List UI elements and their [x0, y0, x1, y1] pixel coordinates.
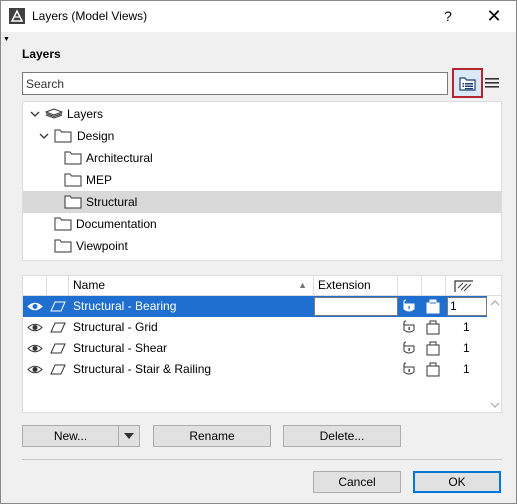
layer-name: Structural - Shear	[73, 341, 168, 355]
layer-plane-icon	[50, 301, 66, 312]
tree-item-mep[interactable]: MEP	[23, 169, 501, 191]
ok-button[interactable]: OK	[413, 471, 501, 493]
tree-item-viewpoint[interactable]: Viewpoint	[23, 235, 501, 257]
folder-icon	[54, 217, 72, 231]
layer-plane-icon	[50, 364, 66, 375]
layer-name: Structural - Grid	[73, 320, 158, 334]
eye-icon[interactable]	[27, 322, 43, 333]
folder-icon	[64, 151, 82, 165]
intersection-group-value[interactable]: 1	[463, 317, 470, 338]
chevron-down-icon[interactable]	[39, 131, 49, 141]
name-column-header[interactable]: Name ▲	[69, 276, 314, 296]
solid-view-icon[interactable]	[426, 362, 440, 377]
folder-icon	[54, 239, 72, 253]
tree-item-label: Viewpoint	[76, 239, 128, 253]
tree-item-label: Layers	[67, 107, 104, 121]
app-icon	[9, 8, 25, 24]
intersection-group-value[interactable]: 1	[463, 338, 470, 359]
table-row[interactable]: Structural - Bearing 1	[23, 296, 487, 317]
delete-button[interactable]: Delete...	[283, 425, 401, 447]
new-layer-button[interactable]: New...	[22, 425, 140, 447]
cancel-button[interactable]: Cancel	[313, 471, 401, 493]
intersection-group-value[interactable]: 1	[463, 359, 470, 380]
layers-dialog: Layers (Model Views) ? ✕ ▼ Layers Lay	[0, 0, 517, 504]
folder-icon	[54, 129, 72, 143]
eye-icon[interactable]	[27, 364, 43, 375]
tree-item-label: Documentation	[76, 217, 157, 231]
layer-plane-icon	[50, 343, 66, 354]
folder-icon	[64, 195, 82, 209]
extension-header-label: Extension	[318, 278, 371, 292]
intersection-group-column-header[interactable]	[446, 276, 488, 296]
lock-status-column-header[interactable]	[398, 276, 422, 296]
layer-folder-tree: Layers Design Architectural MEP Structur…	[22, 101, 502, 261]
layer-name: Structural - Stair & Railing	[73, 362, 212, 376]
tree-item-layers[interactable]: Layers	[23, 103, 501, 125]
new-button-label: New...	[53, 429, 88, 443]
tree-item-structural[interactable]: Structural	[23, 191, 501, 213]
layers-stack-icon	[45, 108, 63, 119]
window-title: Layers (Model Views)	[32, 9, 148, 23]
scroll-up-icon[interactable]	[489, 298, 501, 308]
eye-icon[interactable]	[27, 301, 43, 312]
split-divider	[118, 426, 119, 446]
help-button[interactable]: ?	[433, 5, 463, 27]
table-header: Name ▲ Extension	[23, 276, 501, 296]
unlocked-shield-icon[interactable]	[402, 320, 416, 335]
tree-item-label: MEP	[86, 173, 113, 187]
chevron-down-icon[interactable]	[30, 109, 40, 119]
eye-icon[interactable]	[27, 343, 43, 354]
layers-table: Name ▲ Extension Structural - Bearing 1 …	[22, 275, 502, 413]
visibility-column-header[interactable]	[23, 276, 47, 296]
intersection-group-input[interactable]: 1	[447, 297, 487, 316]
search-input[interactable]	[22, 72, 448, 95]
dropdown-arrow-icon[interactable]	[124, 433, 134, 439]
unlocked-shield-icon[interactable]	[402, 299, 416, 314]
sort-ascending-icon: ▲	[298, 280, 307, 290]
lock-column-header[interactable]	[47, 276, 69, 296]
close-button[interactable]: ✕	[479, 5, 509, 27]
tree-item-documentation[interactable]: Documentation	[23, 213, 501, 235]
name-header-label: Name	[73, 278, 106, 292]
unlocked-shield-icon[interactable]	[402, 362, 416, 377]
extension-column-header[interactable]: Extension	[314, 276, 398, 296]
tree-item-architectural[interactable]: Architectural	[23, 147, 501, 169]
scroll-down-icon[interactable]	[489, 400, 501, 410]
tree-item-label: Structural	[86, 195, 138, 209]
folder-view-toggle-button[interactable]	[452, 68, 483, 98]
tree-item-label: Architectural	[86, 151, 153, 165]
unlocked-shield-icon[interactable]	[402, 341, 416, 356]
folder-view-icon	[459, 77, 476, 91]
layer-plane-icon	[50, 322, 66, 333]
section-title: Layers	[22, 47, 61, 61]
table-row[interactable]: Structural - Shear 1	[23, 338, 487, 359]
wireframe-column-header[interactable]	[422, 276, 446, 296]
intersection-group-icon	[454, 280, 473, 292]
collapse-arrow-icon[interactable]: ▼	[3, 36, 10, 43]
layer-name: Structural - Bearing	[73, 299, 177, 313]
extension-input[interactable]	[314, 297, 398, 316]
table-row[interactable]: Structural - Stair & Railing 1	[23, 359, 487, 380]
solid-view-icon[interactable]	[426, 341, 440, 356]
solid-view-icon[interactable]	[426, 320, 440, 335]
tree-item-design[interactable]: Design	[23, 125, 501, 147]
tree-item-label: Design	[77, 129, 115, 143]
solid-view-icon[interactable]	[426, 299, 440, 314]
list-menu-icon[interactable]	[485, 76, 499, 90]
footer-divider	[22, 459, 502, 460]
folder-icon	[64, 173, 82, 187]
title-bar: Layers (Model Views) ? ✕	[1, 1, 516, 32]
rename-button[interactable]: Rename	[153, 425, 271, 447]
table-row[interactable]: Structural - Grid 1	[23, 317, 487, 338]
